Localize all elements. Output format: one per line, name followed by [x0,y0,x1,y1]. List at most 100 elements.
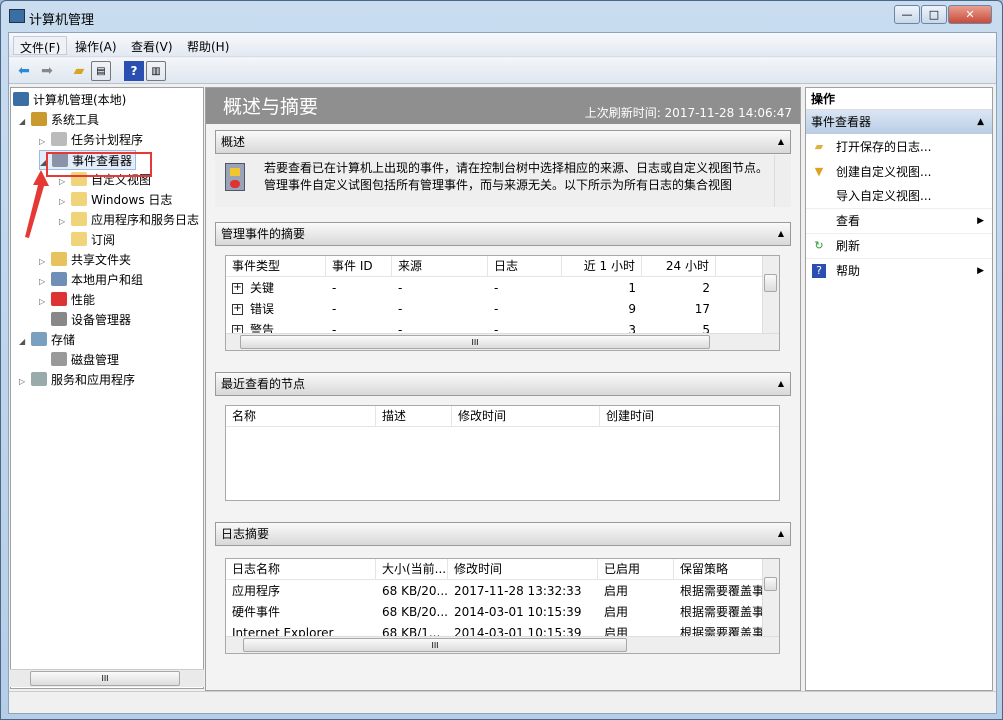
cell: 应用程序 [232,584,281,598]
tree-item-label: 系统工具 [51,113,100,127]
cell: 1 [628,281,636,295]
section-recent-header[interactable]: 最近查看的节点 ▲ [215,372,791,396]
scroll-thumb[interactable]: III [30,671,180,686]
action-item[interactable]: 导入自定义视图... [806,184,992,208]
scroll-thumb[interactable]: III [240,335,710,349]
collapsed-arrow-icon[interactable]: ▷ [39,132,51,152]
help-icon: ? [812,264,826,278]
scroll-thumb[interactable] [764,274,777,292]
horizontal-scrollbar[interactable]: III [226,636,779,653]
column-header[interactable]: 描述 [376,406,452,427]
section-events-header[interactable]: 管理事件的摘要 ▲ [215,222,791,246]
up-folder-icon[interactable]: ▰ [69,61,89,81]
collapse-icon[interactable]: ▲ [778,373,784,395]
collapse-icon[interactable]: ▲ [778,523,784,545]
menu-help[interactable]: 帮助(H) [181,36,235,55]
tree-item[interactable]: ▷ 应用程序和服务日志 [59,210,199,230]
tree-item[interactable]: ◢ 系统工具 [19,110,99,130]
section-logs-header[interactable]: 日志摘要 ▲ [215,522,791,546]
collapsed-arrow-icon[interactable]: ▷ [39,292,51,312]
actions-pane: 操作 事件查看器 ▲ ▰ 打开保存的日志... ▼ 创建自定义视图... 导入自定义视图.… [805,87,993,691]
action-label: 打开保存的日志... [836,140,932,154]
collapsed-arrow-icon[interactable]: ▷ [19,372,31,392]
column-header[interactable]: 创建时间 [600,406,779,427]
table-row[interactable]: 应用程序 68 KB/20... 2017-11-28 13:32:33 启用 根据需要… [226,581,763,602]
collapse-icon[interactable]: ▲ [778,223,784,245]
collapse-icon[interactable]: ▲ [778,131,784,153]
last-refresh-time: 上次刷新时间: 2017-11-28 14:06:47 [584,106,792,120]
collapse-icon[interactable]: ▲ [977,110,984,134]
action-item[interactable]: ▰ 打开保存的日志... [806,135,992,159]
expand-plus-icon[interactable]: + [232,283,243,294]
action-item[interactable]: ↻ 刷新 [806,233,992,257]
column-header[interactable]: 保留策略 [674,559,763,580]
overview-scrollbar[interactable] [774,155,791,207]
column-header[interactable]: 名称 [226,406,376,427]
submenu-arrow-icon: ▶ [977,216,984,226]
close-button[interactable]: ✕ [948,5,992,24]
tree-item[interactable]: ▷ 本地用户和组 [39,270,143,290]
column-header[interactable]: 修改时间 [448,559,598,580]
tree-horizontal-scrollbar[interactable]: III [10,669,204,687]
show-hide-action-pane-icon[interactable]: ▥ [146,61,166,81]
action-item[interactable]: ▼ 创建自定义视图... [806,160,992,184]
collapsed-arrow-icon[interactable]: ▷ [39,252,51,272]
cell: 启用 [604,584,629,598]
menu-view[interactable]: 查看(V) [125,36,179,55]
tree-item-label: 存储 [51,333,76,347]
column-header[interactable]: 已启用 [598,559,674,580]
tree-item[interactable]: ◢ 存储 [19,330,75,350]
tree-item[interactable]: 磁盘管理 [39,350,119,370]
actions-group-event-viewer[interactable]: 事件查看器 ▲ [806,110,992,134]
expanded-arrow-icon[interactable]: ◢ [19,332,31,352]
action-item[interactable]: 查看 ▶ [806,208,992,232]
tree-item[interactable]: ▷ 性能 [39,290,95,310]
horizontal-scrollbar[interactable]: III [226,333,779,350]
minimize-button[interactable]: — [894,5,920,24]
action-label: 查看 [836,214,861,228]
column-header[interactable]: 事件类型 [226,256,326,277]
vertical-scrollbar[interactable] [762,559,779,637]
table-row[interactable]: + 关键 - - - 1 2 [226,278,763,299]
tree-item[interactable]: ▷ 任务计划程序 [39,130,143,150]
section-title: 管理事件的摘要 [221,227,306,241]
show-hide-tree-icon[interactable]: ▤ [91,61,111,81]
shared-folder-icon [51,252,67,266]
forward-icon[interactable]: ➡ [37,61,57,81]
expanded-arrow-icon[interactable]: ◢ [19,112,31,132]
collapsed-arrow-icon[interactable]: ▷ [39,272,51,292]
menu-action[interactable]: 操作(A) [69,36,123,55]
column-header[interactable]: 来源 [392,256,488,277]
scroll-thumb[interactable]: III [243,638,627,652]
tree-item[interactable]: ▷ 服务和应用程序 [19,370,135,390]
section-overview-header[interactable]: 概述 ▲ [215,130,791,154]
table-row[interactable]: + 错误 - - - 9 17 [226,299,763,320]
column-header[interactable]: 24 小时 [642,256,716,277]
column-header[interactable]: 近 1 小时 [562,256,642,277]
maximize-button[interactable]: □ [921,5,947,24]
cell: - [332,302,337,316]
menu-file[interactable]: 文件(F) [13,36,68,55]
cell: - [398,302,403,316]
column-header[interactable]: 日志名称 [226,559,376,580]
column-header[interactable]: 大小(当前... [376,559,448,580]
help-icon[interactable]: ? [124,61,144,81]
tree-item[interactable]: 订阅 [59,230,115,250]
column-header[interactable]: 修改时间 [452,406,600,427]
table-row[interactable]: 硬件事件 68 KB/20... 2014-03-01 10:15:39 启用 根据需要… [226,602,763,623]
scroll-thumb[interactable] [764,577,777,591]
vertical-scrollbar[interactable] [762,256,779,334]
tree-item-label: 订阅 [91,233,116,247]
collapsed-arrow-icon[interactable]: ▷ [59,192,71,212]
tree-item-label: 计算机管理(本地) [33,93,127,107]
tree-item[interactable]: ▷ 共享文件夹 [39,250,131,270]
column-header[interactable]: 事件 ID [326,256,392,277]
action-item[interactable]: ? 帮助 ▶ [806,258,992,282]
back-icon[interactable]: ⬅ [14,61,34,81]
column-header[interactable]: 日志 [488,256,562,277]
tree-item[interactable]: 设备管理器 [39,310,131,330]
tree-item[interactable]: 计算机管理(本地) [13,90,126,110]
collapsed-arrow-icon[interactable]: ▷ [59,212,71,232]
tree-item[interactable]: ▷ Windows 日志 [59,190,172,210]
expand-plus-icon[interactable]: + [232,304,243,315]
